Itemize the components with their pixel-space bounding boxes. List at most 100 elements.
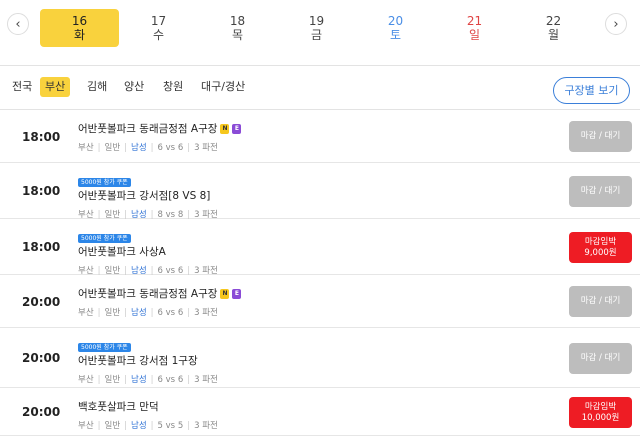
date-weekday: 토: [389, 28, 402, 42]
match-row[interactable]: 18:00 어반풋볼파크 동래금정점 A구장 N E 부산 | 일반 | 남성 | 6 vs 6 | 3…: [0, 110, 640, 163]
match-meta: 부산 | 일반 | 남성 | 5 vs 5 | 3 파전: [78, 419, 218, 431]
match-quarters: 3 파전: [194, 421, 218, 431]
status-button[interactable]: 마감임박 10,000원: [569, 396, 632, 428]
court-view-button[interactable]: 구장별 보기: [553, 77, 630, 104]
match-title-text: 어반풋볼파크 동래금정점 A구장: [78, 288, 218, 300]
match-quarters: 3 파전: [194, 143, 218, 153]
match-info: 5000원 참가 쿠폰 어반풋볼파크 강서점[8 VS 8] 부산 | 일반 | 남성 | 8 …: [78, 169, 218, 220]
tag-e-badge: E: [232, 124, 242, 134]
match-title[interactable]: 어반풋볼파크 강서점[8 VS 8]: [78, 189, 218, 203]
chevron-left-icon[interactable]: ‹: [7, 13, 29, 35]
date-day: 16: [71, 14, 88, 28]
match-info: 어반풋볼파크 동래금정점 A구장 N E 부산 | 일반 | 남성 | 6 vs 6 | 3 파전: [78, 287, 242, 318]
coupon-badge: 5000원 참가 쿠폰: [78, 234, 131, 243]
match-title[interactable]: 어반풋볼파크 동래금정점 A구장 N E: [78, 287, 242, 301]
date-strip: ‹ 16 화 17 수 18 목 19 금 20 토 21 일 22 월 ›: [0, 0, 640, 66]
meta-divider: |: [124, 143, 128, 153]
date-tab-18[interactable]: 18 목: [198, 9, 277, 47]
meta-divider: |: [124, 308, 128, 318]
date-tab-16[interactable]: 16 화: [40, 9, 119, 47]
match-row[interactable]: 18:00 5000원 참가 쿠폰 어반풋볼파크 강서점[8 VS 8] 부산 | 일반 |…: [0, 163, 640, 220]
region-tab[interactable]: 김해: [82, 77, 112, 97]
date-tab-21[interactable]: 21 일: [435, 9, 514, 47]
match-info: 백호풋살파크 만덕 부산 | 일반 | 남성 | 5 vs 5 | 3 파전: [78, 400, 218, 431]
match-gender: 남성: [131, 375, 147, 385]
region-tab[interactable]: 양산: [119, 77, 149, 97]
region-filter-bar: 전국 부산 김해 양산 창원 대구/경산 구장별 보기: [0, 66, 640, 110]
meta-divider: |: [150, 143, 154, 153]
date-weekday: 화: [73, 28, 86, 42]
meta-divider: |: [187, 375, 191, 385]
match-title-text: 어반풋볼파크 동래금정점 A구장: [78, 123, 218, 135]
tag-n-badge: N: [220, 124, 230, 134]
date-weekday: 월: [547, 28, 560, 42]
match-title-text: 어반풋볼파크 강서점[8 VS 8]: [78, 190, 211, 202]
match-time: 20:00: [22, 405, 61, 419]
region-tab[interactable]: 전국: [7, 77, 37, 97]
match-row[interactable]: 20:00 백호풋살파크 만덕 부산 | 일반 | 남성 | 5 vs 5 | 3 파전 마감임박 10…: [0, 388, 640, 436]
region-tab[interactable]: 부산: [40, 77, 71, 97]
match-level: 일반: [104, 308, 121, 318]
match-region: 부산: [78, 375, 94, 385]
status-button[interactable]: 마감 / 대기: [569, 121, 632, 152]
status-button[interactable]: 마감임박 9,000원: [569, 231, 632, 263]
date-day: 18: [229, 14, 246, 28]
match-gender: 남성: [131, 143, 147, 153]
match-row[interactable]: 18:00 5000원 참가 쿠폰 어반풋볼파크 사상A 부산 | 일반 | 남성 | 6 vs …: [0, 219, 640, 276]
date-tab-20[interactable]: 20 토: [356, 9, 435, 47]
match-quarters: 3 파전: [194, 375, 218, 385]
match-title[interactable]: 어반풋볼파크 강서점 1구장: [78, 354, 218, 368]
meta-divider: |: [150, 421, 154, 431]
meta-divider: |: [187, 421, 191, 431]
match-info: 5000원 참가 쿠폰 어반풋볼파크 강서점 1구장 부산 | 일반 | 남성 | 6 vs 6…: [78, 334, 218, 385]
match-time: 18:00: [22, 129, 61, 144]
meta-divider: |: [150, 308, 154, 318]
meta-divider: |: [97, 308, 101, 318]
match-info: 5000원 참가 쿠폰 어반풋볼파크 사상A 부산 | 일반 | 남성 | 6 vs 6 | 3 파…: [78, 225, 218, 276]
date-tab-19[interactable]: 19 금: [277, 9, 356, 47]
match-region: 부산: [78, 421, 94, 431]
region-tab[interactable]: 창원: [158, 77, 188, 97]
date-day: 21: [466, 14, 483, 28]
tag-n-badge: N: [220, 289, 230, 299]
match-region: 부산: [78, 308, 94, 318]
match-gender: 남성: [131, 308, 147, 318]
match-level: 일반: [104, 143, 121, 153]
status-label: 마감 / 대기: [580, 131, 621, 141]
match-title[interactable]: 어반풋볼파크 사상A: [78, 245, 218, 259]
status-label: 마감 / 대기: [580, 296, 621, 306]
meta-divider: |: [124, 421, 128, 431]
match-format: 5 vs 5: [157, 421, 184, 431]
date-weekday: 목: [231, 28, 244, 42]
chevron-right-icon[interactable]: ›: [605, 13, 627, 35]
match-time: 18:00: [22, 240, 61, 254]
match-row[interactable]: 20:00 5000원 참가 쿠폰 어반풋볼파크 강서점 1구장 부산 | 일반 | 남성 | 6…: [0, 328, 640, 388]
status-label: 마감 / 대기: [580, 185, 621, 196]
date-weekday: 수: [152, 28, 165, 42]
match-title[interactable]: 어반풋볼파크 동래금정점 A구장 N E: [78, 122, 242, 136]
date-tab-22[interactable]: 22 월: [514, 9, 593, 47]
match-time: 20:00: [22, 294, 61, 309]
meta-divider: |: [187, 143, 191, 153]
match-title-text: 어반풋볼파크 강서점 1구장: [78, 355, 198, 367]
meta-divider: |: [97, 375, 101, 385]
match-format: 6 vs 6: [157, 375, 184, 385]
meta-divider: |: [124, 375, 128, 385]
match-gender: 남성: [131, 421, 147, 431]
status-button[interactable]: 마감 / 대기: [569, 286, 632, 317]
match-time: 20:00: [22, 351, 61, 365]
match-title-text: 백호풋살파크 만덕: [78, 401, 159, 413]
date-tab-17[interactable]: 17 수: [119, 9, 198, 47]
status-button[interactable]: 마감 / 대기: [569, 175, 632, 207]
status-button[interactable]: 마감 / 대기: [569, 342, 632, 374]
match-title[interactable]: 백호풋살파크 만덕: [78, 400, 218, 414]
date-list: 16 화 17 수 18 목 19 금 20 토 21 일 22 월: [40, 9, 595, 47]
coupon-badge: 5000원 참가 쿠폰: [78, 178, 131, 187]
region-tab[interactable]: 대구/경산: [196, 77, 250, 97]
match-level: 일반: [104, 375, 121, 385]
meta-divider: |: [187, 308, 191, 318]
match-level: 일반: [104, 421, 121, 431]
match-row[interactable]: 20:00 어반풋볼파크 동래금정점 A구장 N E 부산 | 일반 | 남성 | 6 vs 6 | 3…: [0, 275, 640, 328]
date-day: 22: [545, 14, 562, 28]
tag-e-badge: E: [232, 289, 242, 299]
